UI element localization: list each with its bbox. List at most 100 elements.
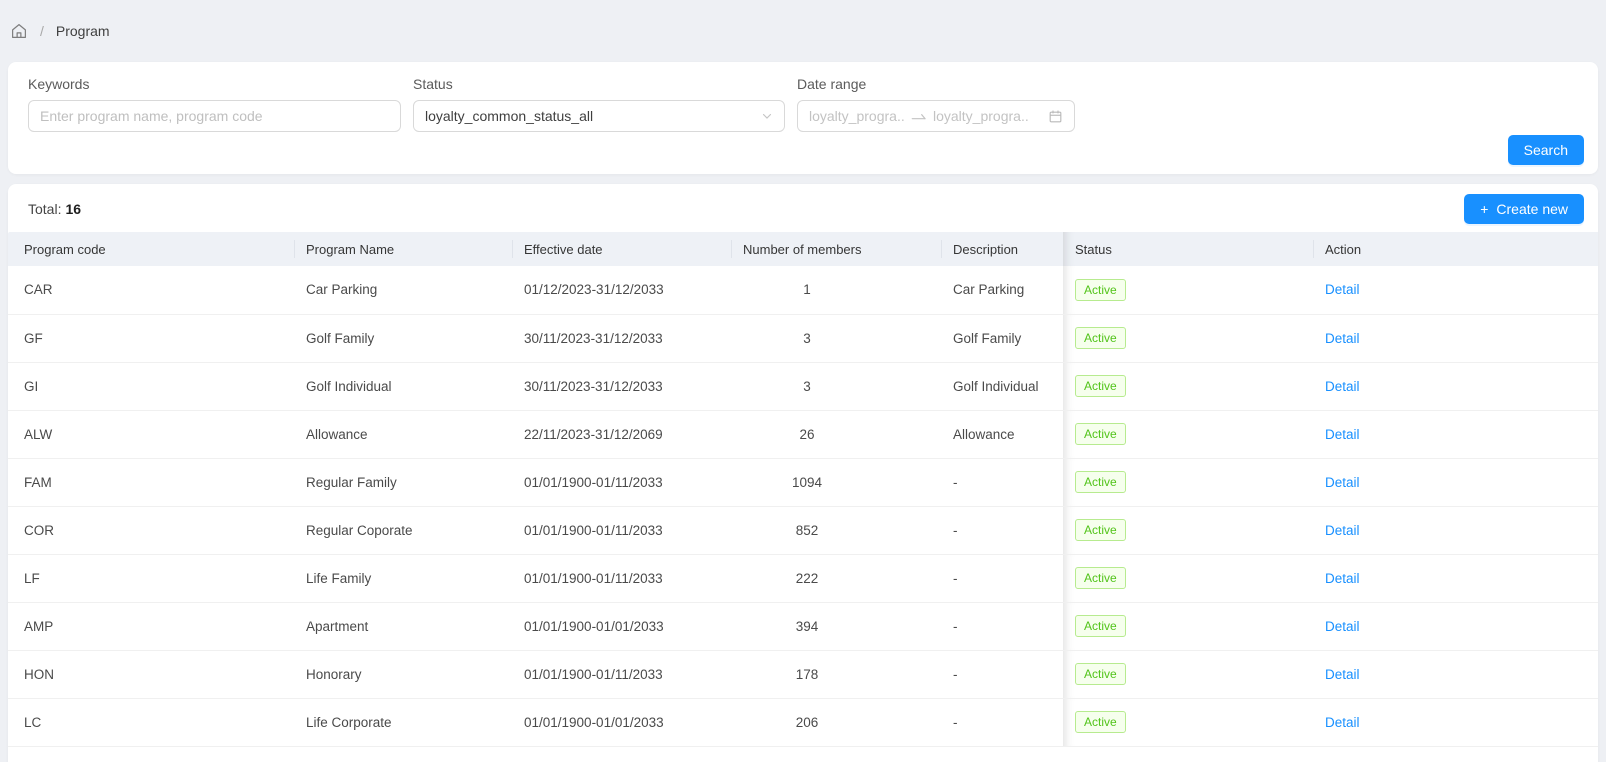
cell-number-of-members: 178 — [731, 650, 941, 698]
cell-number-of-members: 852 — [731, 506, 941, 554]
cell-number-of-members: 3 — [731, 314, 941, 362]
plus-icon: + — [1480, 201, 1488, 217]
table-row: FAM Regular Family 01/01/1900-01/11/2033… — [8, 458, 1598, 506]
column-header-effective-date: Effective date — [512, 232, 731, 266]
search-button[interactable]: Search — [1508, 135, 1584, 165]
status-select-value: loyalty_common_status_all — [425, 108, 593, 124]
status-select[interactable]: loyalty_common_status_all — [413, 100, 785, 132]
detail-link[interactable]: Detail — [1325, 571, 1360, 586]
detail-link[interactable]: Detail — [1325, 475, 1360, 490]
filter-panel: Keywords Status loyalty_common_status_al… — [8, 62, 1598, 174]
cell-program-name: Honorary — [294, 650, 512, 698]
program-page: / Program Keywords Status loyalty_common… — [0, 0, 1606, 762]
cell-program-name: Life Corporate — [294, 698, 512, 746]
status-badge: Active — [1075, 711, 1126, 733]
cell-program-code: LF — [8, 554, 294, 602]
cell-action: Detail — [1313, 554, 1598, 602]
cell-status: Active — [1063, 698, 1313, 746]
cell-program-name: Apartment — [294, 602, 512, 650]
cell-status: Active — [1063, 410, 1313, 458]
status-badge: Active — [1075, 375, 1126, 397]
cell-number-of-members: 394 — [731, 602, 941, 650]
cell-program-name: Regular Coporate — [294, 506, 512, 554]
detail-link[interactable]: Detail — [1325, 282, 1360, 297]
cell-action: Detail — [1313, 698, 1598, 746]
status-badge: Active — [1075, 519, 1126, 541]
cell-action: Detail — [1313, 314, 1598, 362]
cell-number-of-members: 1 — [731, 266, 941, 314]
cell-description: Golf Family — [941, 314, 1063, 362]
cell-program-code: GF — [8, 314, 294, 362]
cell-action: Detail — [1313, 506, 1598, 554]
detail-link[interactable]: Detail — [1325, 619, 1360, 634]
create-new-label: Create new — [1496, 201, 1568, 217]
cell-effective-date: 01/01/1900-01/11/2033 — [512, 554, 731, 602]
status-badge: Active — [1075, 615, 1126, 637]
cell-description: Allowance — [941, 410, 1063, 458]
cell-number-of-members: 3 — [731, 362, 941, 410]
detail-link[interactable]: Detail — [1325, 523, 1360, 538]
detail-link[interactable]: Detail — [1325, 331, 1360, 346]
table-row: GI Golf Individual 30/11/2023-31/12/2033… — [8, 362, 1598, 410]
date-end-input[interactable] — [933, 108, 1029, 124]
cell-description: - — [941, 458, 1063, 506]
date-range-label: Date range — [797, 74, 1075, 94]
cell-description: - — [941, 650, 1063, 698]
cell-program-name: Golf Family — [294, 314, 512, 362]
detail-link[interactable]: Detail — [1325, 427, 1360, 442]
cell-status: Active — [1063, 554, 1313, 602]
cell-effective-date: 22/11/2023-31/12/2069 — [512, 410, 731, 458]
keywords-label: Keywords — [28, 74, 401, 94]
cell-description: - — [941, 554, 1063, 602]
cell-effective-date: 01/01/1900-01/11/2033 — [512, 650, 731, 698]
home-icon[interactable] — [10, 22, 28, 40]
status-field: Status loyalty_common_status_all — [413, 74, 785, 132]
cell-program-code: COR — [8, 506, 294, 554]
date-range-picker[interactable] — [797, 100, 1075, 132]
detail-link[interactable]: Detail — [1325, 379, 1360, 394]
cell-status: Active — [1063, 266, 1313, 314]
detail-link[interactable]: Detail — [1325, 715, 1360, 730]
cell-effective-date: 01/12/2023-31/12/2033 — [512, 266, 731, 314]
keywords-field: Keywords — [28, 74, 401, 132]
table-row: CAR Car Parking 01/12/2023-31/12/2033 1 … — [8, 266, 1598, 314]
column-header-number-of-members: Number of members — [731, 232, 941, 266]
cell-action: Detail — [1313, 602, 1598, 650]
cell-program-code: GI — [8, 362, 294, 410]
column-header-status: Status — [1063, 232, 1313, 266]
status-label: Status — [413, 74, 785, 94]
detail-link[interactable]: Detail — [1325, 667, 1360, 682]
cell-effective-date: 01/01/1900-01/11/2033 — [512, 458, 731, 506]
cell-action: Detail — [1313, 266, 1598, 314]
cell-description: Car Parking — [941, 266, 1063, 314]
cell-status: Active — [1063, 314, 1313, 362]
table-header-row: Program code Program Name Effective date… — [8, 232, 1598, 266]
column-header-program-name: Program Name — [294, 232, 512, 266]
cell-program-name: Golf Individual — [294, 362, 512, 410]
cell-effective-date: 30/11/2023-31/12/2033 — [512, 362, 731, 410]
cell-program-code: HON — [8, 650, 294, 698]
cell-program-name: Life Family — [294, 554, 512, 602]
status-badge: Active — [1075, 279, 1126, 301]
status-badge: Active — [1075, 567, 1126, 589]
total-value: 16 — [65, 201, 81, 217]
cell-description: - — [941, 698, 1063, 746]
date-start-input[interactable] — [809, 108, 905, 124]
table-panel: Total:16 + Create new Program code Progr… — [8, 184, 1598, 762]
program-table: Program code Program Name Effective date… — [8, 232, 1598, 747]
cell-program-code: ALW — [8, 410, 294, 458]
table-row: AMP Apartment 01/01/1900-01/01/2033 394 … — [8, 602, 1598, 650]
status-badge: Active — [1075, 327, 1126, 349]
cell-program-name: Regular Family — [294, 458, 512, 506]
cell-action: Detail — [1313, 650, 1598, 698]
cell-action: Detail — [1313, 410, 1598, 458]
column-header-action: Action — [1313, 232, 1598, 266]
cell-description: - — [941, 602, 1063, 650]
cell-number-of-members: 206 — [731, 698, 941, 746]
chevron-down-icon — [761, 110, 773, 122]
swap-right-icon — [911, 110, 927, 122]
cell-status: Active — [1063, 362, 1313, 410]
keywords-input[interactable] — [28, 100, 401, 132]
create-new-button[interactable]: + Create new — [1464, 194, 1584, 224]
table-toolbar: Total:16 + Create new — [8, 184, 1598, 224]
